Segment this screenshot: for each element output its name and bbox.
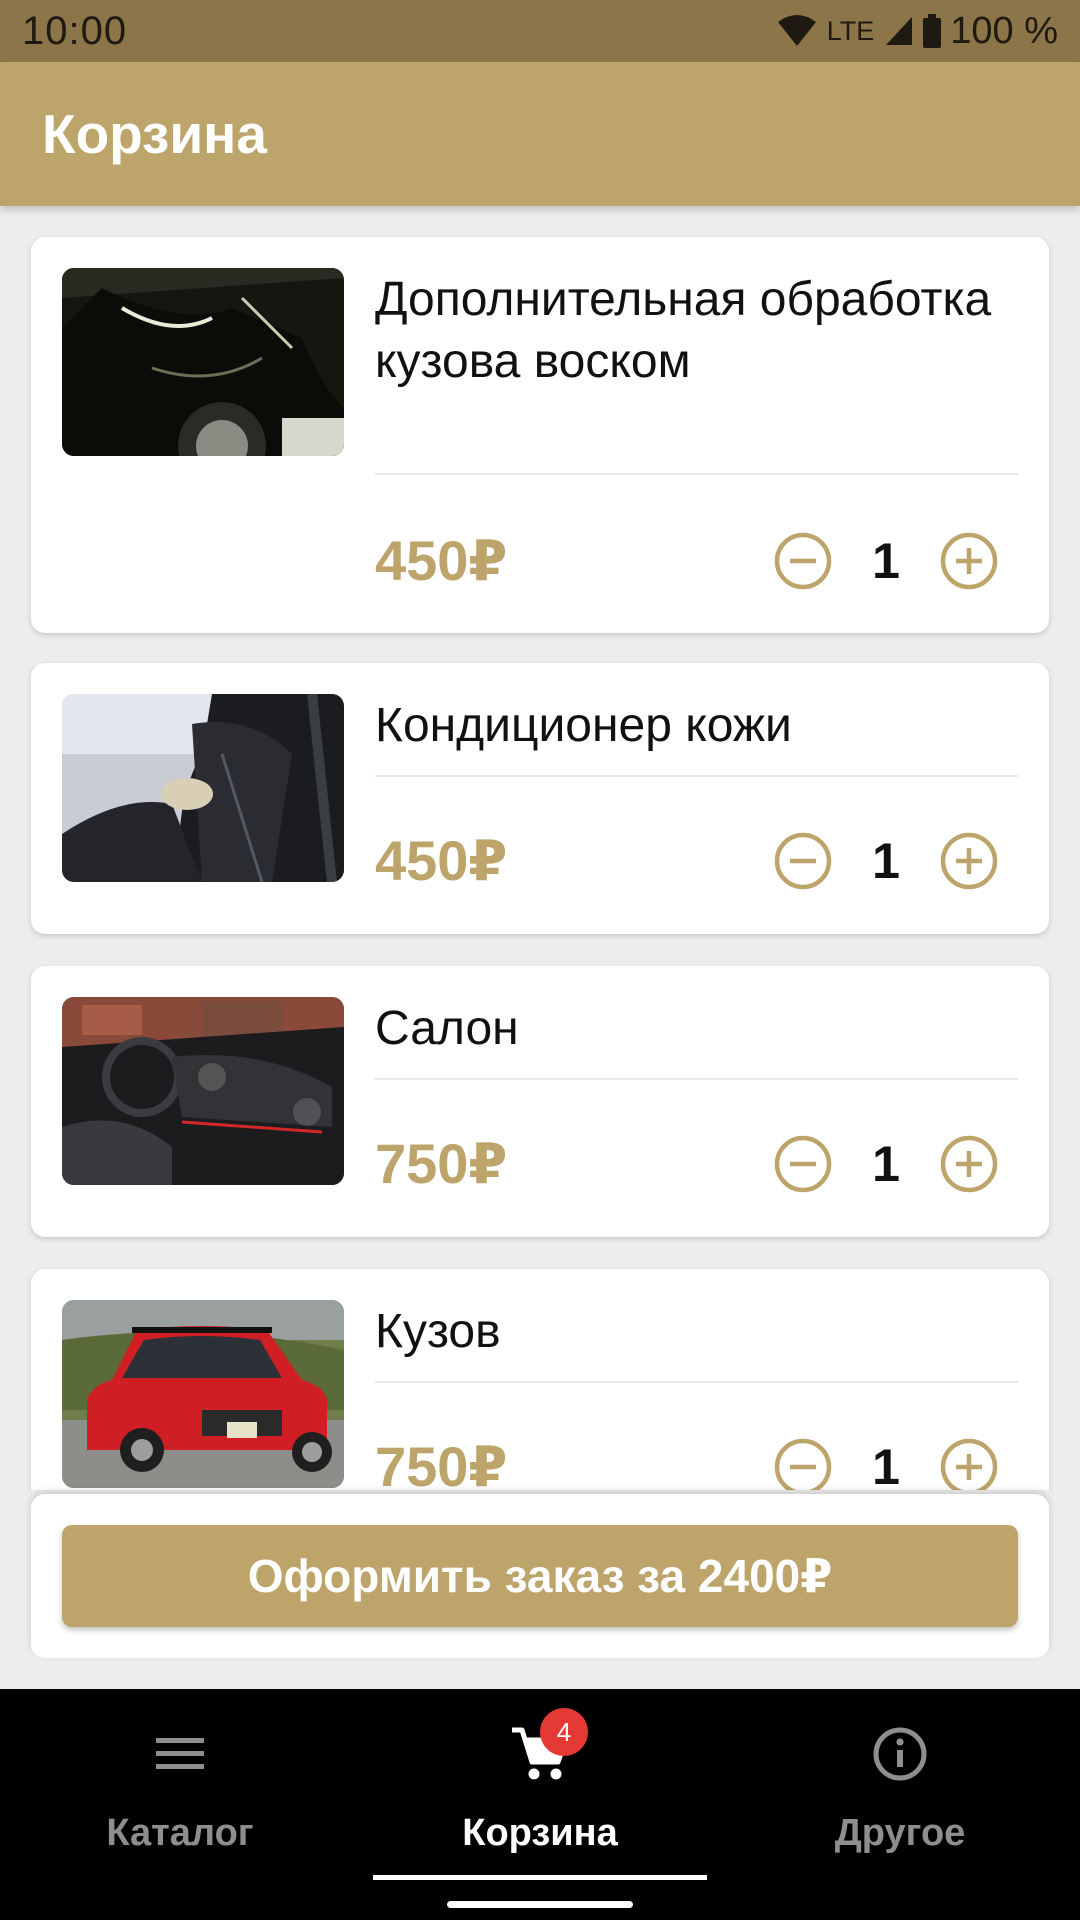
status-time: 10:00 bbox=[22, 8, 128, 53]
decrease-button[interactable] bbox=[771, 1132, 835, 1196]
decrease-button[interactable] bbox=[771, 829, 835, 893]
increase-button[interactable] bbox=[937, 829, 1001, 893]
info-icon bbox=[860, 1714, 940, 1794]
car-wax-photo bbox=[62, 268, 344, 456]
item-price: 750₽ bbox=[375, 1132, 508, 1195]
cart-item[interactable]: Дополнительная обработка кузова воском 4… bbox=[31, 237, 1049, 633]
status-bar: 10:00 LTE 100 % bbox=[0, 0, 1080, 62]
plus-circle-icon bbox=[940, 1135, 998, 1193]
item-price: 450₽ bbox=[375, 829, 508, 892]
bottom-navigation: Каталог 4 Корзина Другое bbox=[0, 1689, 1080, 1920]
quantity-value: 1 bbox=[872, 833, 900, 889]
quantity-stepper: 1 bbox=[771, 1435, 1031, 1490]
divider bbox=[375, 1381, 1018, 1383]
active-tab-indicator bbox=[373, 1875, 707, 1880]
nav-label: Каталог bbox=[106, 1812, 254, 1854]
decrease-button[interactable] bbox=[771, 1435, 835, 1490]
item-title: Дополнительная обработка кузова воском bbox=[375, 273, 992, 388]
signal-icon bbox=[884, 15, 914, 47]
minus-circle-icon bbox=[774, 832, 832, 890]
item-price: 450₽ bbox=[375, 529, 508, 592]
nav-label: Корзина bbox=[462, 1812, 618, 1854]
wifi-icon bbox=[777, 14, 817, 48]
cart-count-badge: 4 bbox=[540, 1708, 588, 1756]
divider bbox=[375, 1078, 1018, 1080]
nav-item-cart[interactable]: 4 Корзина bbox=[360, 1689, 720, 1889]
minus-circle-icon bbox=[774, 1438, 832, 1490]
checkout-panel: Оформить заказ за 2400₽ bbox=[31, 1494, 1049, 1658]
cart-icon: 4 bbox=[500, 1708, 588, 1794]
decrease-button[interactable] bbox=[771, 529, 835, 593]
cart-list[interactable]: Дополнительная обработка кузова воском 4… bbox=[0, 206, 1080, 1490]
battery-level: 100 % bbox=[950, 9, 1058, 52]
car-interior-photo bbox=[62, 997, 344, 1185]
gesture-bar bbox=[447, 1901, 633, 1908]
plus-circle-icon bbox=[940, 832, 998, 890]
battery-icon bbox=[922, 14, 942, 48]
nav-item-other[interactable]: Другое bbox=[720, 1689, 1080, 1889]
minus-circle-icon bbox=[774, 532, 832, 590]
nav-item-catalog[interactable]: Каталог bbox=[0, 1689, 360, 1889]
leather-seat-photo bbox=[62, 694, 344, 882]
divider bbox=[375, 775, 1018, 777]
item-title: Салон bbox=[375, 1002, 519, 1055]
network-type: LTE bbox=[826, 15, 875, 46]
quantity-stepper: 1 bbox=[771, 529, 1031, 593]
page-title: Корзина bbox=[42, 103, 267, 165]
menu-icon bbox=[140, 1714, 220, 1794]
increase-button[interactable] bbox=[937, 1132, 1001, 1196]
cart-item[interactable]: Салон 750₽ 1 bbox=[31, 966, 1049, 1237]
quantity-stepper: 1 bbox=[771, 829, 1031, 893]
item-title: Кондиционер кожи bbox=[375, 699, 792, 752]
quantity-value: 1 bbox=[872, 533, 900, 589]
minus-circle-icon bbox=[774, 1135, 832, 1193]
red-car-photo bbox=[62, 1300, 344, 1488]
plus-circle-icon bbox=[940, 532, 998, 590]
plus-circle-icon bbox=[940, 1438, 998, 1490]
quantity-value: 1 bbox=[872, 1136, 900, 1192]
item-title: Кузов bbox=[375, 1305, 501, 1358]
nav-label: Другое bbox=[834, 1812, 966, 1854]
cart-item[interactable]: Кондиционер кожи 450₽ 1 bbox=[31, 663, 1049, 934]
quantity-stepper: 1 bbox=[771, 1132, 1031, 1196]
quantity-value: 1 bbox=[872, 1439, 900, 1490]
screen: 10:00 LTE 100 % Корзина Дополнительная о… bbox=[0, 0, 1080, 1920]
app-bar: Корзина bbox=[0, 62, 1080, 206]
increase-button[interactable] bbox=[937, 529, 1001, 593]
status-indicators: LTE 100 % bbox=[777, 10, 1058, 53]
divider bbox=[375, 473, 1018, 475]
checkout-button[interactable]: Оформить заказ за 2400₽ bbox=[62, 1525, 1018, 1627]
increase-button[interactable] bbox=[937, 1435, 1001, 1490]
item-price: 750₽ bbox=[375, 1435, 508, 1490]
cart-item[interactable]: Кузов 750₽ 1 bbox=[31, 1269, 1049, 1490]
